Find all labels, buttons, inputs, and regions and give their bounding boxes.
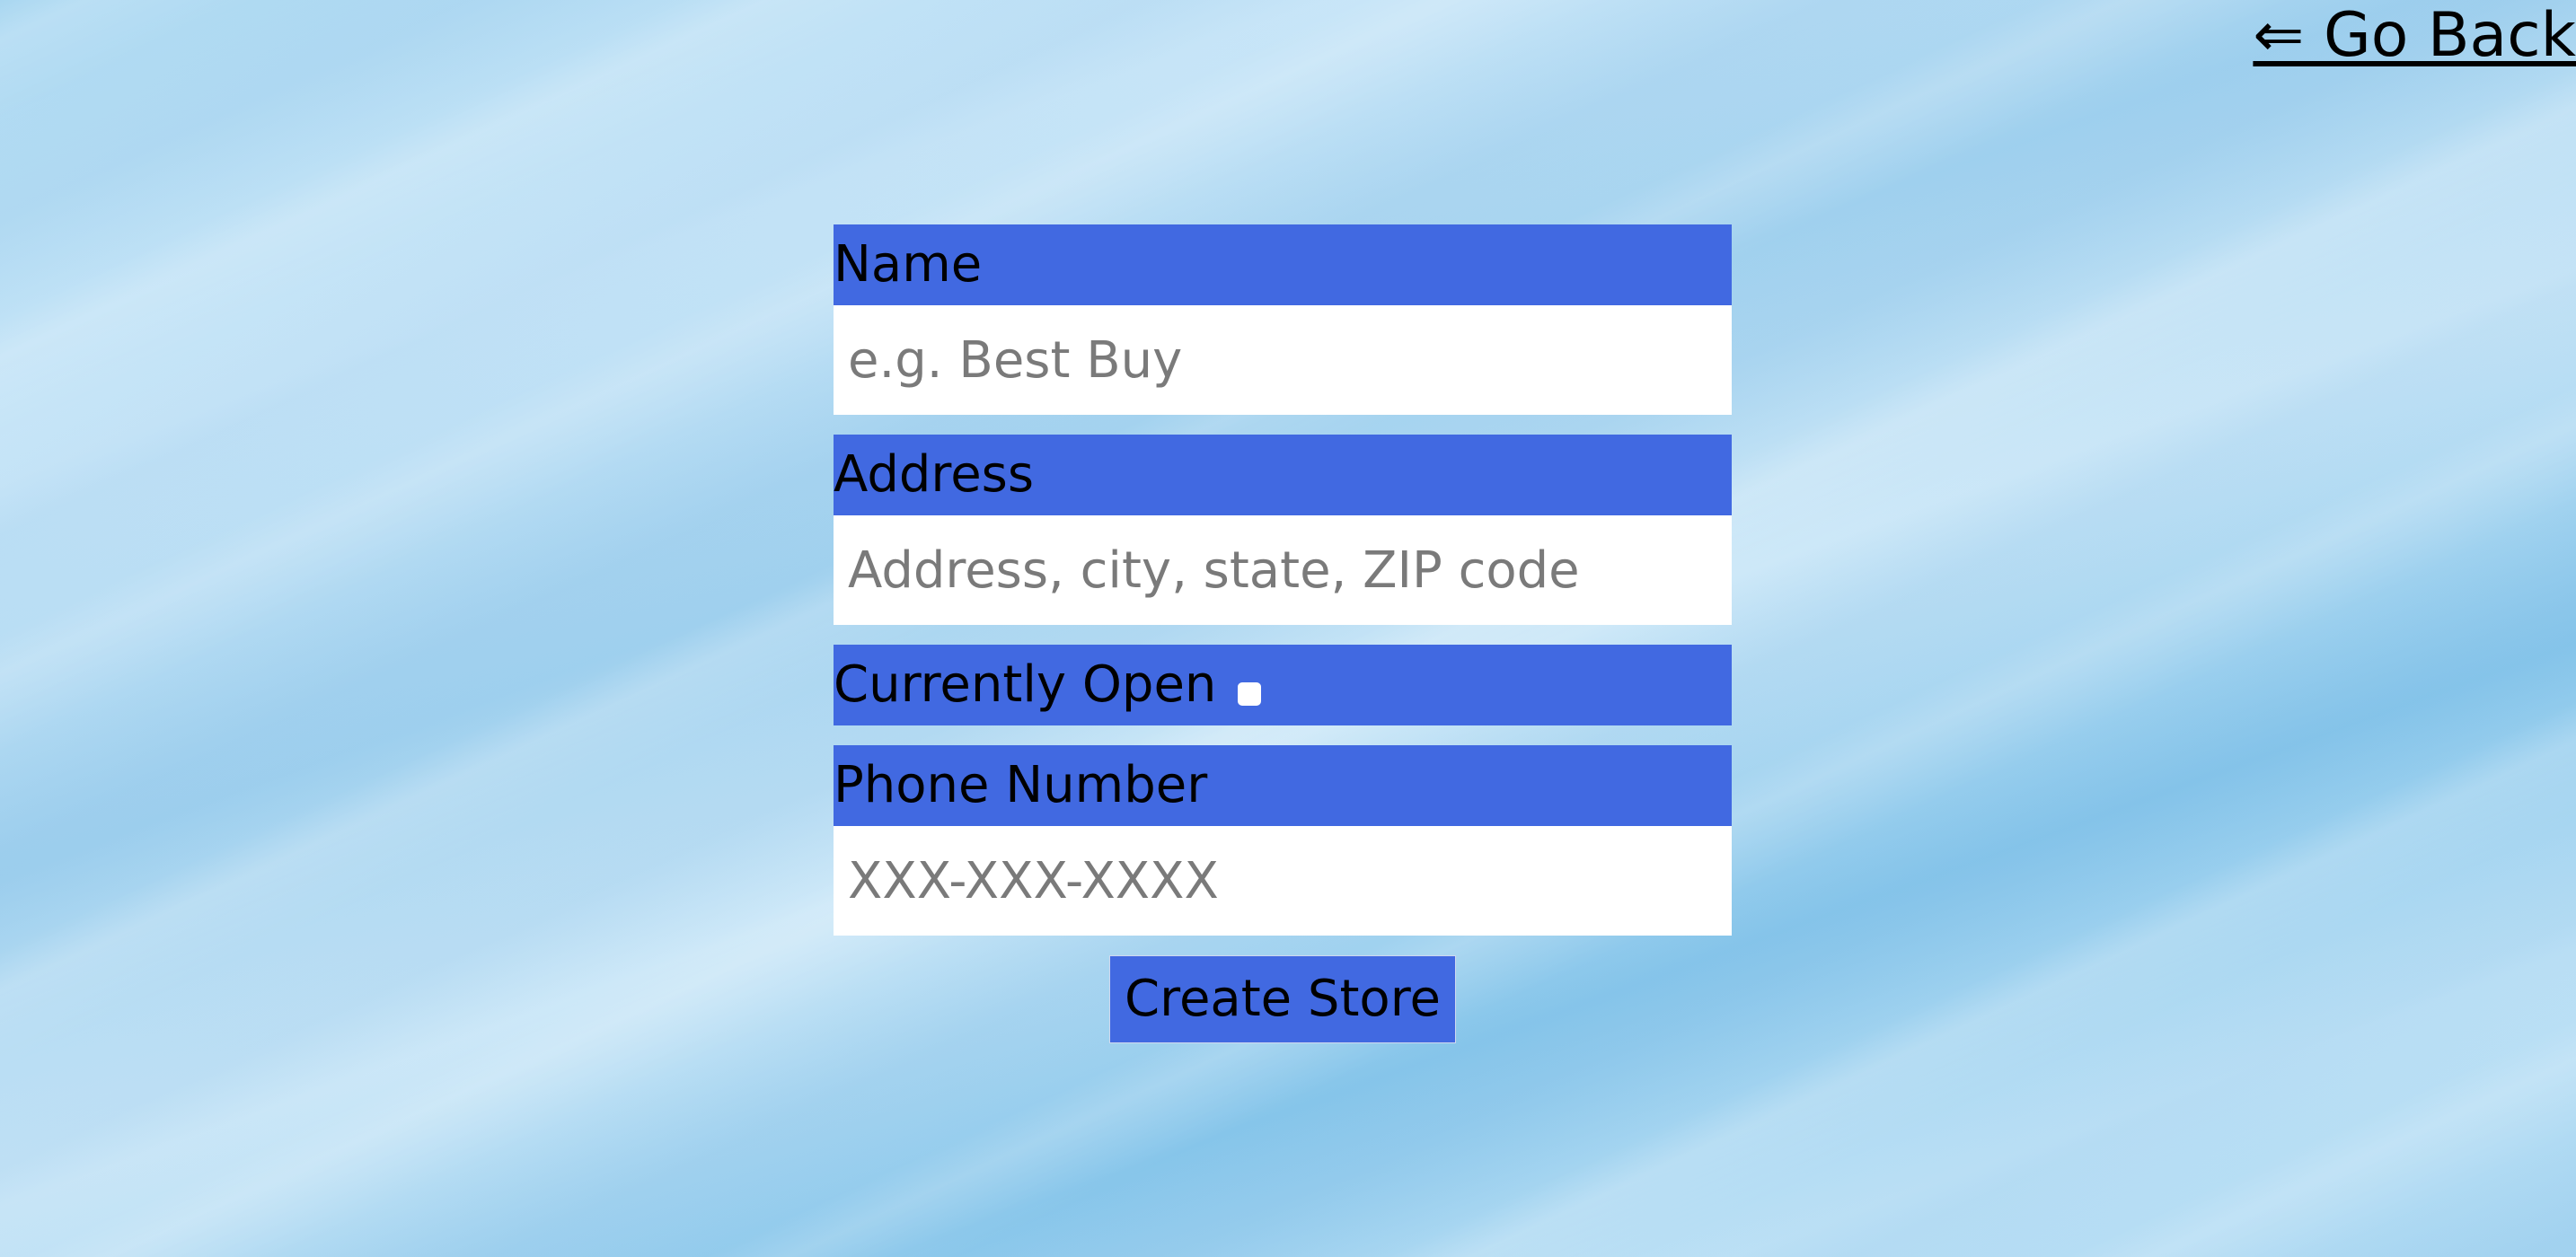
name-input[interactable] (834, 305, 1732, 415)
currently-open-field-group: Currently Open (834, 645, 1732, 725)
address-field-group: Address (834, 435, 1732, 625)
phone-label: Phone Number (834, 745, 1732, 826)
go-back-link[interactable]: ⇐ Go Back (2253, 0, 2576, 72)
create-store-button[interactable]: Create Store (1109, 955, 1456, 1043)
currently-open-label-text: Currently Open (834, 655, 1217, 714)
name-label: Name (834, 224, 1732, 305)
create-store-form: Name Address Currently Open Phone Number… (834, 224, 1732, 1043)
name-label-text: Name (834, 235, 983, 294)
currently-open-checkbox[interactable] (1238, 682, 1262, 706)
submit-row: Create Store (834, 955, 1732, 1043)
phone-input[interactable] (834, 826, 1732, 936)
phone-field-group: Phone Number (834, 745, 1732, 936)
address-input[interactable] (834, 515, 1732, 625)
phone-label-text: Phone Number (834, 756, 1208, 814)
address-label: Address (834, 435, 1732, 515)
name-field-group: Name (834, 224, 1732, 415)
address-label-text: Address (834, 445, 1035, 504)
currently-open-label: Currently Open (834, 645, 1732, 725)
